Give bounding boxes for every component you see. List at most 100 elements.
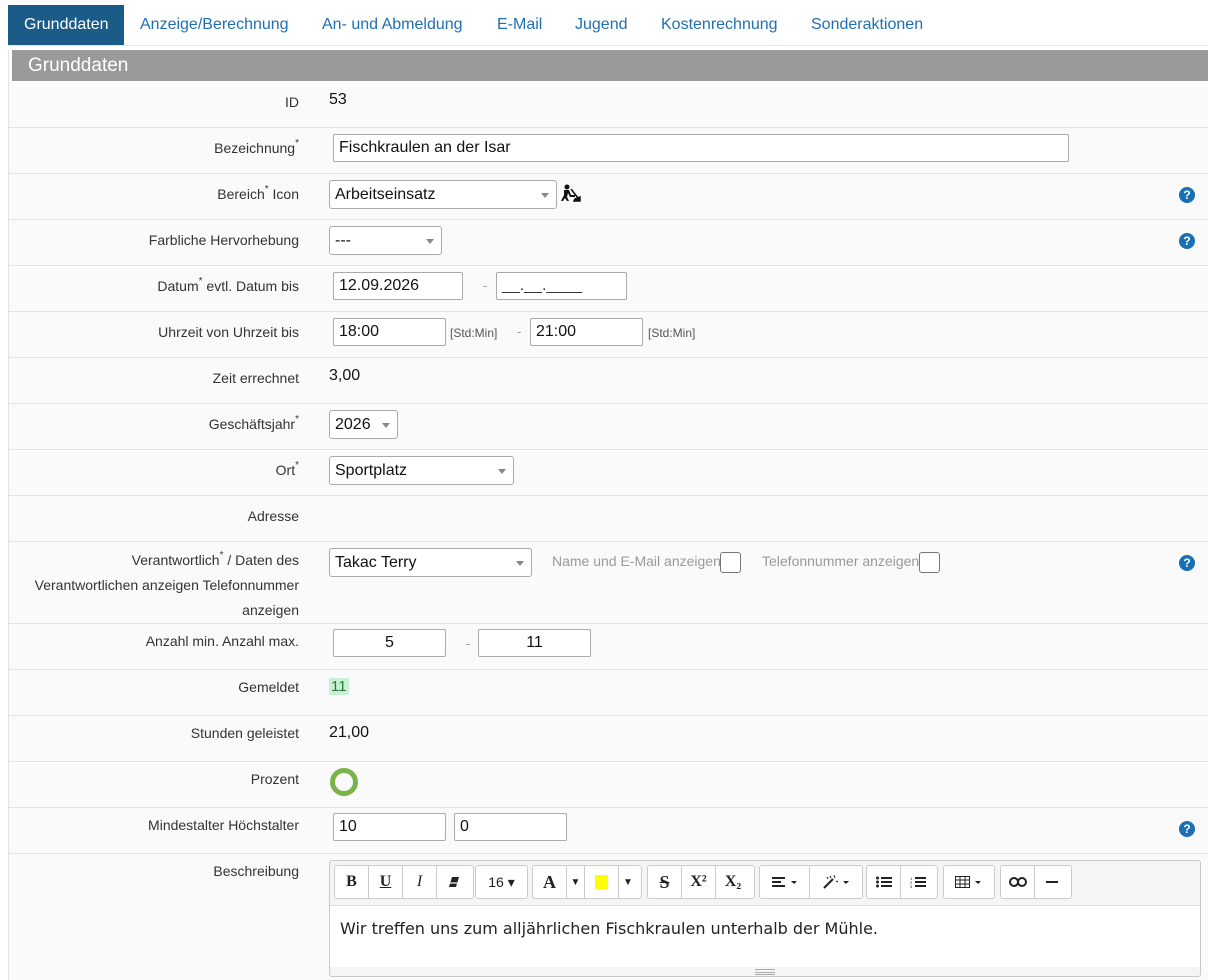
superscript-button[interactable]: X²: [682, 866, 716, 898]
telefon-label: Telefonnummer anzeigen: [762, 553, 920, 569]
tab-jugend[interactable]: Jugend: [559, 5, 645, 45]
tab-grunddaten[interactable]: Grunddaten: [8, 5, 124, 45]
row-bezeichnung: Bezeichnung* Fischkraulen an der Isar: [9, 128, 1208, 174]
bezeichnung-input[interactable]: Fischkraulen an der Isar: [333, 134, 1069, 162]
label-bezeichnung: Bezeichnung*: [214, 136, 299, 160]
row-uhrzeit: Uhrzeit von Uhrzeit bis 18:00 [Std:Min] …: [9, 312, 1208, 358]
list-group: 123: [866, 865, 938, 899]
subscript-button[interactable]: X₂: [716, 866, 750, 898]
anzahl-max-input[interactable]: 11: [478, 629, 591, 657]
row-beschreibung: Beschreibung B U I 16 ▾ A ▼ ▼ S X² X₂ 1 …: [9, 854, 1208, 980]
label-geschaeftsjahr: Geschäftsjahr*: [209, 412, 299, 436]
anzahl-min-input[interactable]: 5: [333, 629, 446, 657]
format-group: B U I: [334, 865, 474, 899]
ort-select[interactable]: Sportplatz: [329, 456, 514, 485]
table-icon[interactable]: [944, 866, 994, 898]
color-group: A ▼ ▼: [532, 865, 642, 899]
tab-email[interactable]: E-Mail: [481, 5, 559, 45]
row-anzahl: Anzahl min. Anzahl max. 5 - 11: [9, 624, 1208, 670]
align-icon[interactable]: [760, 866, 810, 898]
uhrzeit-bis-input[interactable]: 21:00: [530, 318, 643, 346]
label-verantwortlich: Verantwortlich* / Daten des Verantwortli…: [35, 548, 299, 623]
tab-sonderaktionen[interactable]: Sonderaktionen: [795, 5, 940, 45]
font-size-group: 16 ▾: [475, 865, 528, 899]
font-color-dropdown[interactable]: ▼: [567, 866, 585, 898]
underline-button[interactable]: U: [369, 866, 403, 898]
label-text: Bezeichnung: [214, 140, 296, 156]
chevron-down-icon: [516, 561, 524, 566]
label-adresse: Adresse: [247, 508, 299, 524]
row-ort: Ort* Sportplatz: [9, 450, 1208, 496]
verantwortlich-selected: Takac Terry: [335, 554, 417, 571]
row-id: ID 53: [9, 82, 1208, 128]
resize-grip-icon[interactable]: [755, 969, 775, 975]
row-verantwortlich: Verantwortlich* / Daten des Verantwortli…: [9, 542, 1208, 624]
telefon-checkbox[interactable]: [919, 552, 940, 573]
help-icon[interactable]: ?: [1179, 233, 1195, 249]
form-rows: ID 53 Bezeichnung* Fischkraulen an der I…: [9, 82, 1208, 980]
row-hervorhebung: Farbliche Hervorhebung --- ?: [9, 220, 1208, 266]
label-text: anzeigen: [242, 602, 299, 618]
tab-bar: Grunddaten Anzeige/Berechnung An- und Ab…: [8, 5, 1208, 46]
table-glyph: [955, 876, 981, 888]
uhrzeit-von-hint: [Std:Min]: [450, 326, 498, 340]
numbered-list-icon[interactable]: 123: [901, 866, 935, 898]
editor-content-area[interactable]: Wir treffen uns zum alljährlichen Fischk…: [330, 905, 1200, 967]
row-gemeldet: Gemeldet 11: [9, 670, 1208, 716]
tab-anzeige-berechnung[interactable]: Anzeige/Berechnung: [124, 5, 306, 45]
gemeldet-badge: 11: [329, 678, 349, 695]
label-ort: Ort*: [276, 458, 299, 482]
geschaeftsjahr-select[interactable]: 2026: [329, 410, 398, 439]
row-prozent: Prozent: [9, 762, 1208, 808]
highlight-color-dropdown[interactable]: ▼: [619, 866, 637, 898]
tab-an-und-abmeldung[interactable]: An- und Abmeldung: [306, 5, 481, 45]
svg-text:3: 3: [910, 884, 913, 888]
hoechstalter-input[interactable]: 0: [454, 813, 567, 841]
uhrzeit-von-input[interactable]: 18:00: [333, 318, 446, 346]
verantwortlich-select[interactable]: Takac Terry: [329, 548, 532, 577]
help-icon[interactable]: ?: [1179, 187, 1195, 203]
datum-bis-input[interactable]: __.__.____: [496, 272, 627, 300]
label-zeit: Zeit errechnet: [212, 370, 299, 386]
mindestalter-input[interactable]: 10: [333, 813, 446, 841]
eraser-glyph: [449, 877, 459, 887]
label-text: Geschäftsjahr: [208, 416, 296, 432]
required-mark: *: [295, 460, 299, 471]
help-icon[interactable]: ?: [1179, 821, 1195, 837]
tab-kostenrechnung[interactable]: Kostenrechnung: [645, 5, 795, 45]
chevron-down-icon: [382, 423, 390, 428]
highlight-color-button[interactable]: [585, 866, 619, 898]
font-color-button[interactable]: A: [533, 866, 567, 898]
required-mark: *: [295, 414, 299, 425]
paragraph-group: [759, 865, 863, 899]
eraser-icon[interactable]: [437, 866, 471, 898]
table-group: [943, 865, 995, 899]
name-email-checkbox[interactable]: [720, 552, 741, 573]
label-bereich: Bereich* Icon: [217, 182, 299, 206]
bullet-list-icon[interactable]: [867, 866, 901, 898]
row-stunden: Stunden geleistet 21,00: [9, 716, 1208, 762]
worker-digging-icon: [561, 184, 581, 202]
italic-button[interactable]: I: [403, 866, 437, 898]
highlight-swatch: [595, 875, 608, 889]
strikethrough-button[interactable]: S: [648, 866, 682, 898]
label-text: Datum: [157, 278, 199, 294]
datum-von-input[interactable]: 12.09.2026: [333, 272, 463, 300]
bold-button[interactable]: B: [335, 866, 369, 898]
hervorhebung-selected: ---: [335, 232, 351, 249]
link-icon[interactable]: [1001, 866, 1035, 898]
label-stunden: Stunden geleistet: [190, 725, 299, 741]
bereich-select[interactable]: Arbeitseinsatz: [329, 180, 557, 209]
horizontal-rule-icon[interactable]: [1035, 866, 1069, 898]
help-icon[interactable]: ?: [1179, 555, 1195, 571]
magic-wand-icon[interactable]: [810, 866, 862, 898]
row-datum: Datum* evtl. Datum bis 12.09.2026 - __._…: [9, 266, 1208, 312]
range-dash: -: [483, 278, 488, 293]
progress-ring: [330, 768, 358, 796]
font-size-dropdown[interactable]: 16 ▾: [476, 866, 527, 898]
range-dash: -: [466, 636, 471, 651]
hervorhebung-select[interactable]: ---: [329, 226, 442, 255]
font-size-value: 16: [488, 874, 504, 890]
gemeldet-value: 11: [329, 678, 349, 695]
row-zeit: Zeit errechnet 3,00: [9, 358, 1208, 404]
